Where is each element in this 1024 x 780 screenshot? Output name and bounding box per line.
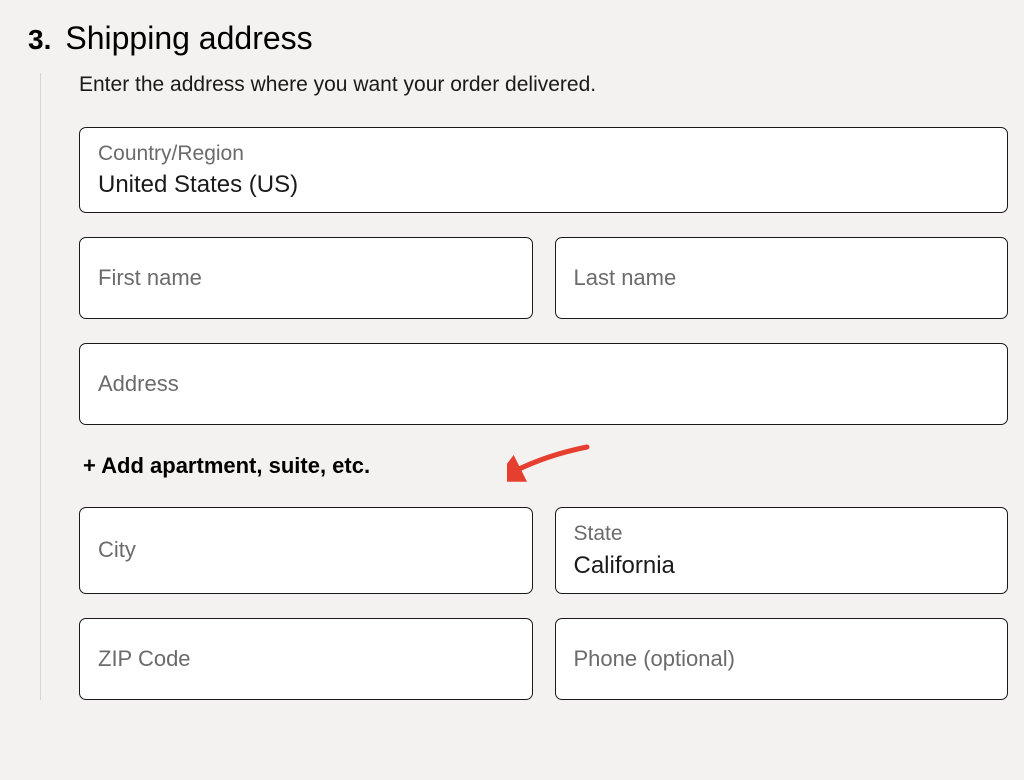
city-label: City: [98, 536, 514, 565]
shipping-form: Country/Region United States (US) First …: [79, 127, 1008, 700]
first-name-field[interactable]: First name: [79, 237, 533, 319]
state-label: State: [574, 520, 990, 547]
country-value: United States (US): [98, 169, 989, 200]
state-field[interactable]: State California: [555, 507, 1009, 593]
phone-label: Phone (optional): [574, 645, 990, 674]
first-name-label: First name: [98, 264, 514, 293]
section-subtitle: Enter the address where you want your or…: [79, 73, 1008, 97]
address-field[interactable]: Address: [79, 343, 1008, 425]
section-title: Shipping address: [65, 20, 312, 57]
phone-field[interactable]: Phone (optional): [555, 618, 1009, 700]
zip-field[interactable]: ZIP Code: [79, 618, 533, 700]
section-header: 3. Shipping address: [12, 20, 1024, 57]
annotation-arrow-icon: [507, 441, 597, 490]
address-label: Address: [98, 370, 989, 399]
state-value: California: [574, 550, 990, 581]
country-label: Country/Region: [98, 140, 989, 167]
last-name-field[interactable]: Last name: [555, 237, 1009, 319]
last-name-label: Last name: [574, 264, 990, 293]
zip-label: ZIP Code: [98, 645, 514, 674]
section-number: 3.: [28, 24, 51, 56]
city-field[interactable]: City: [79, 507, 533, 593]
country-field[interactable]: Country/Region United States (US): [79, 127, 1008, 213]
add-apartment-button[interactable]: + Add apartment, suite, etc.: [79, 449, 370, 483]
section-body: Enter the address where you want your or…: [40, 73, 1024, 700]
